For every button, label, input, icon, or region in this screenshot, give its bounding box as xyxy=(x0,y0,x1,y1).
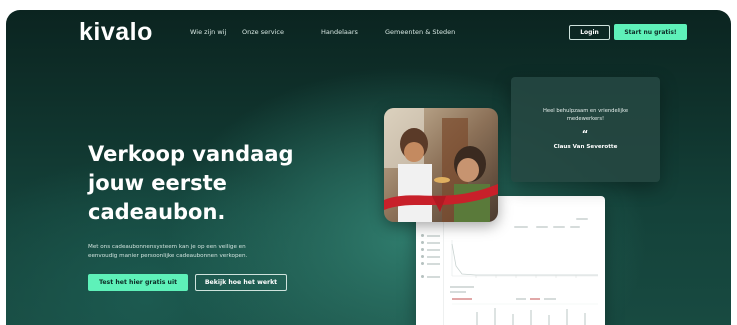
kivalo-logo[interactable]: kivalo xyxy=(79,18,153,47)
testimonial-quote-line-2: medewerkers! xyxy=(566,116,605,122)
start-free-button[interactable]: Start nu gratis! xyxy=(614,24,687,40)
testimonial-quote-line-1: Heel behulpzaam en vriendelijke xyxy=(542,108,629,114)
how-it-works-button[interactable]: Bekijk hoe het werkt xyxy=(195,274,287,291)
try-free-button[interactable]: Test het hier gratis uit xyxy=(88,274,188,291)
hero-subtitle-line-1: Met ons cadeaubonnensysteem kan je op ee… xyxy=(88,244,246,250)
testimonial-card: Heel behulpzaam en vriendelijke medewerk… xyxy=(511,77,660,182)
hero-photo-ribbon-cutting xyxy=(384,108,498,222)
nav-link-handelaars[interactable]: Handelaars xyxy=(321,28,358,36)
browser-frame: kivalo Wie zijn wij Onze service Handela… xyxy=(6,10,731,325)
hero-title: Verkoop vandaag jouw eerste cadeaubon. xyxy=(88,140,328,227)
hero-title-line-1: Verkoop vandaag xyxy=(88,142,294,166)
hero-title-line-3: cadeaubon. xyxy=(88,200,226,224)
top-navigation: kivalo Wie zijn wij Onze service Handela… xyxy=(6,10,731,55)
nav-link-gemeenten-steden[interactable]: Gemeenten & Steden xyxy=(385,28,455,36)
nav-link-onze-service[interactable]: Onze service xyxy=(242,28,284,36)
login-button[interactable]: Login xyxy=(569,25,610,40)
hero-subtitle-line-2: eenvoudig manier persoonlijke cadeaubonn… xyxy=(88,252,248,259)
hero-subtitle: Met ons cadeaubonnensysteem kan je op ee… xyxy=(88,243,310,260)
testimonial-quote: Heel behulpzaam en vriendelijke medewerk… xyxy=(523,107,648,123)
nav-link-wie-zijn-wij[interactable]: Wie zijn wij xyxy=(190,28,226,36)
testimonial-author: Claus Van Severotte xyxy=(553,144,618,150)
quote-icon: “ xyxy=(581,129,589,140)
hero-title-line-2: jouw eerste xyxy=(88,171,227,195)
